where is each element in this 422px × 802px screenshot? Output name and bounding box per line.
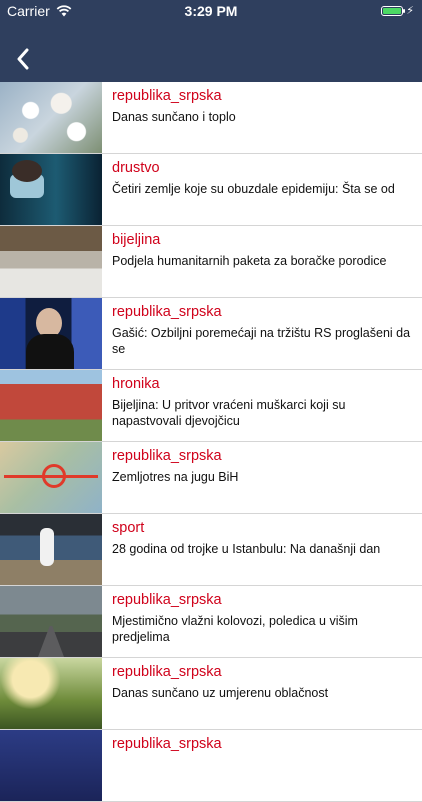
article-title: Bijeljina: U pritvor vraćeni muškarci ko…	[112, 398, 346, 428]
article-row[interactable]: sport 28 godina od trojke u Istanbulu: N…	[0, 514, 422, 586]
article-title: Zemljotres na jugu BiH	[112, 470, 239, 484]
article-thumbnail	[0, 154, 102, 225]
article-thumbnail	[0, 586, 102, 657]
battery-indicator: ⚡	[381, 4, 414, 17]
article-title: Danas sunčano i toplo	[112, 110, 236, 124]
article-category: hronika	[112, 376, 160, 392]
article-title: Mjestimično vlažni kolovozi, poledica u …	[112, 614, 358, 644]
article-title: Danas sunčano uz umjerenu oblačnost	[112, 686, 329, 700]
charging-icon: ⚡	[406, 5, 414, 17]
article-category: republika_srpska	[112, 736, 222, 752]
article-row[interactable]: republika_srpska	[0, 730, 422, 802]
navigation-header: Carrier 3:29 PM ⚡	[0, 0, 422, 82]
article-category: republika_srpska	[112, 304, 222, 320]
article-thumbnail	[0, 226, 102, 297]
article-row[interactable]: bijeljina Podjela humanitarnih paketa za…	[0, 226, 422, 298]
article-row[interactable]: republika_srpska Mjestimično vlažni kolo…	[0, 586, 422, 658]
article-row[interactable]: republika_srpska Gašić: Ozbiljni poremeć…	[0, 298, 422, 370]
status-bar: Carrier 3:29 PM ⚡	[0, 0, 422, 22]
article-thumbnail	[0, 730, 102, 801]
article-list: republika_srpska Danas sunčano i toplo d…	[0, 82, 422, 802]
article-category: bijeljina	[112, 232, 161, 248]
article-title: Podjela humanitarnih paketa za boračke p…	[112, 254, 387, 268]
clock: 3:29 PM	[184, 3, 238, 19]
article-category: republika_srpska	[112, 664, 222, 680]
article-category: drustvo	[112, 160, 160, 176]
article-thumbnail	[0, 298, 102, 369]
article-category: sport	[112, 520, 145, 536]
article-row[interactable]: republika_srpska Zemljotres na jugu BiH	[0, 442, 422, 514]
article-title: Četiri zemlje koje su obuzdale epidemiju…	[112, 182, 395, 196]
article-thumbnail	[0, 370, 102, 441]
article-category: republika_srpska	[112, 448, 222, 464]
back-button[interactable]	[10, 44, 36, 74]
article-thumbnail	[0, 514, 102, 585]
article-thumbnail	[0, 82, 102, 153]
article-thumbnail	[0, 442, 102, 513]
article-row[interactable]: republika_srpska Danas sunčano i toplo	[0, 82, 422, 154]
article-row[interactable]: republika_srpska Danas sunčano uz umjere…	[0, 658, 422, 730]
article-title: Gašić: Ozbiljni poremećaji na tržištu RS…	[112, 326, 411, 356]
chevron-left-icon	[17, 48, 29, 70]
article-thumbnail	[0, 658, 102, 729]
battery-icon	[381, 5, 406, 16]
article-category: republika_srpska	[112, 592, 222, 608]
article-category: republika_srpska	[112, 88, 222, 104]
article-title: 28 godina od trojke u Istanbulu: Na dana…	[112, 542, 381, 556]
article-row[interactable]: hronika Bijeljina: U pritvor vraćeni muš…	[0, 370, 422, 442]
article-row[interactable]: drustvo Četiri zemlje koje su obuzdale e…	[0, 154, 422, 226]
